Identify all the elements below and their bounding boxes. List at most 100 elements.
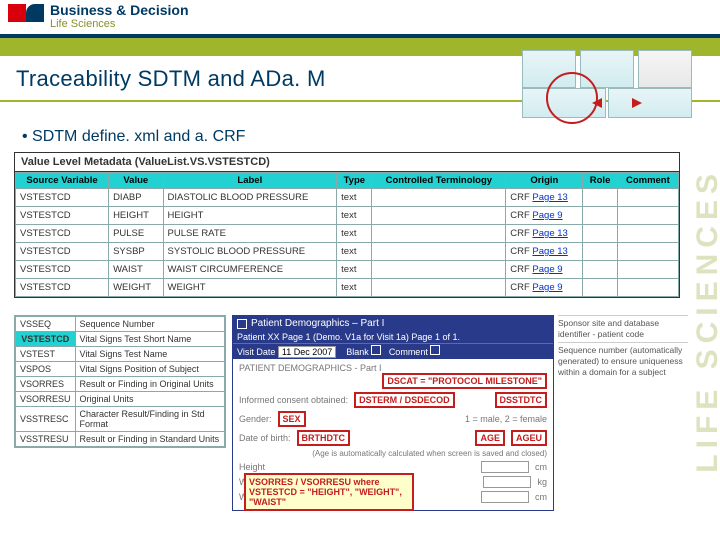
vlm-h1: Value [109, 173, 163, 189]
bullet-text: SDTM define. xml and a. CRF [22, 128, 245, 146]
var-code: VSTEST [16, 347, 76, 362]
vlm-caption: Value Level Metadata (ValueList.VS.VSTES… [15, 153, 679, 172]
blank-label: Blank [346, 347, 369, 357]
vs-field [483, 476, 531, 488]
callout-note-bottom: VSORRES / VSORRESU where VSTESTCD = "HEI… [244, 473, 414, 511]
origin-link[interactable]: Page 9 [532, 210, 562, 221]
origin-link[interactable]: Page 9 [532, 282, 562, 293]
gender-codes: 1 = male, 2 = female [465, 414, 547, 424]
origin-link[interactable]: Page 13 [532, 192, 567, 203]
arrow-right-icon [632, 98, 642, 108]
var-desc: Vital Signs Test Name [75, 347, 224, 362]
thumbnail-3 [638, 50, 692, 88]
table-row: VSTESTCDWEIGHTWEIGHTtextCRF Page 9 [16, 279, 679, 297]
cell-role [583, 207, 617, 225]
acrf-visit-row: Visit Date 11 Dec 2007 Blank Comment [233, 343, 553, 359]
brand-name: Business & Decision [50, 2, 189, 18]
acrf-section-heading: PATIENT DEMOGRAPHICS - Part I [239, 363, 547, 373]
cell-type: text [337, 189, 372, 207]
age-note: (Age is automatically calculated when sc… [239, 449, 547, 458]
table-row: VSORRESResult or Finding in Original Uni… [16, 377, 225, 392]
thumbnail-5 [608, 88, 692, 118]
brand-tagline: Life Sciences [50, 18, 115, 30]
cell-val: WEIGHT [109, 279, 163, 297]
vlm-h7: Comment [617, 173, 678, 189]
vs-label: Height [239, 462, 265, 472]
meta-snippets: Sponsor site and database identifier - p… [558, 315, 688, 380]
cell-origin: CRF Page 13 [506, 225, 583, 243]
table-row: VSTESTCDSYSBPSYSTOLIC BLOOD PRESSUREtext… [16, 243, 679, 261]
gender-label: Gender: [239, 414, 272, 424]
checkbox-icon [371, 345, 381, 355]
cell-role [583, 225, 617, 243]
annot-dsstdtc: DSSTDTC [495, 392, 548, 408]
cell-origin: CRF Page 9 [506, 207, 583, 225]
table-row: VSORRESUOriginal Units [16, 392, 225, 407]
cell-comment [617, 189, 678, 207]
cell-role [583, 243, 617, 261]
cell-src: VSTESTCD [16, 207, 109, 225]
cell-val: DIABP [109, 189, 163, 207]
vlm-h0: Source Variable [16, 173, 109, 189]
vs-unit: cm [535, 492, 547, 502]
origin-link[interactable]: Page 9 [532, 264, 562, 275]
cell-type: text [337, 225, 372, 243]
acrf-subtitle: Patient XX Page 1 (Demo. V1a for Visit 1… [233, 331, 553, 343]
origin-link[interactable]: Page 13 [532, 228, 567, 239]
visit-date-label: Visit Date [237, 347, 275, 357]
slide: Business & Decision Life Sciences Tracea… [0, 0, 720, 540]
cell-ct [372, 261, 506, 279]
thumbnail-cluster [522, 50, 692, 120]
table-row: VSSEQSequence Number [16, 317, 225, 332]
cell-role [583, 189, 617, 207]
table-row: VSTESTCDDIABPDIASTOLIC BLOOD PRESSUREtex… [16, 189, 679, 207]
arrow-left-icon [592, 98, 602, 108]
var-desc: Vital Signs Test Short Name [75, 332, 224, 347]
table-row: VSTESTCDWAISTWAIST CIRCUMFERENCEtextCRF … [16, 261, 679, 279]
cell-role [583, 261, 617, 279]
cell-label: PULSE RATE [163, 225, 337, 243]
cell-comment [617, 243, 678, 261]
cell-src: VSTESTCD [16, 279, 109, 297]
cell-label: WEIGHT [163, 279, 337, 297]
origin-link[interactable]: Page 13 [532, 246, 567, 257]
meta-b: Sequence number (automatically generated… [558, 342, 688, 380]
cell-label: SYSTOLIC BLOOD PRESSURE [163, 243, 337, 261]
variable-list-panel: VSSEQSequence NumberVSTESTCDVital Signs … [14, 315, 226, 448]
table-row: VSSTRESCCharacter Result/Finding in Std … [16, 407, 225, 432]
annot-dscat: DSCAT = "PROTOCOL MILESTONE" [382, 373, 547, 389]
var-code: VSSTRESC [16, 407, 76, 432]
annot-age: AGE [475, 430, 505, 446]
annot-dsterm: DSTERM / DSDECOD [354, 392, 455, 408]
vlm-h2: Label [163, 173, 337, 189]
cell-origin: CRF Page 13 [506, 189, 583, 207]
var-code: VSTESTCD [16, 332, 76, 347]
vs-field [481, 491, 529, 503]
cell-src: VSTESTCD [16, 225, 109, 243]
cell-origin: CRF Page 9 [506, 261, 583, 279]
callout-circle-icon [546, 72, 598, 124]
cell-val: WAIST [109, 261, 163, 279]
cell-ct [372, 243, 506, 261]
var-code: VSSTRESU [16, 432, 76, 447]
vs-field [481, 461, 529, 473]
vlm-h5: Origin [506, 173, 583, 189]
vlm-h6: Role [583, 173, 617, 189]
meta-a: Sponsor site and database identifier - p… [558, 315, 688, 342]
dob-label: Date of birth: [239, 433, 291, 443]
logo-bar: Business & Decision Life Sciences [0, 0, 720, 34]
cell-src: VSTESTCD [16, 261, 109, 279]
cell-role [583, 279, 617, 297]
cell-ct [372, 225, 506, 243]
cell-comment [617, 279, 678, 297]
var-desc: Result or Finding in Standard Units [75, 432, 224, 447]
cell-type: text [337, 243, 372, 261]
cell-src: VSTESTCD [16, 189, 109, 207]
cell-ct [372, 189, 506, 207]
vlm-header-row: Source Variable Value Label Type Control… [16, 173, 679, 189]
cell-comment [617, 261, 678, 279]
value-level-metadata-panel: Value Level Metadata (ValueList.VS.VSTES… [14, 152, 680, 298]
vs-row: Height cm [239, 461, 547, 473]
vlm-table: Source Variable Value Label Type Control… [15, 172, 679, 297]
var-desc: Vital Signs Position of Subject [75, 362, 224, 377]
